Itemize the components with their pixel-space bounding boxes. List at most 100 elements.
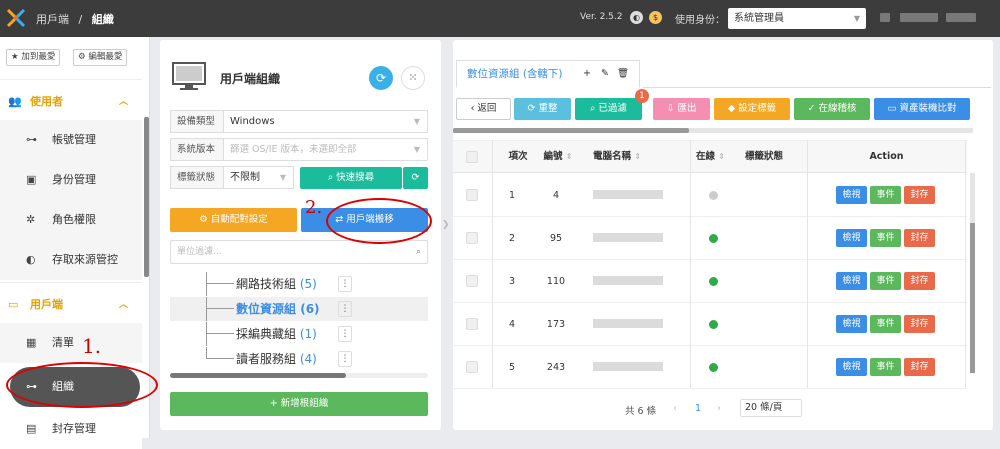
tree-node-count: (4) — [299, 352, 317, 366]
app-logo[interactable] — [6, 8, 26, 28]
set-tag-button[interactable]: ◆ 設定標籤 — [714, 98, 790, 120]
view-button[interactable]: 檢視 — [836, 358, 867, 376]
table-row[interactable]: 2 95 檢視 事件 封存 — [453, 217, 967, 260]
row-checkbox[interactable] — [466, 361, 478, 373]
col-index[interactable]: 項次 — [498, 141, 538, 173]
events-button[interactable]: 事件 — [870, 186, 901, 204]
table-row[interactable]: 4 173 檢視 事件 封存 — [453, 303, 967, 346]
chevron-down-icon: ▼ — [413, 145, 420, 154]
more-icon[interactable]: ⋮ — [338, 351, 352, 367]
plus-icon[interactable]: + — [580, 67, 594, 81]
col-online-label: 在線 — [696, 151, 716, 162]
row-checkbox[interactable] — [466, 232, 478, 244]
role-select[interactable]: 系統管理員 ▼ — [728, 8, 866, 29]
archive-button[interactable]: 封存 — [904, 358, 935, 376]
table-vscrollbar[interactable] — [970, 173, 975, 373]
scrollbar-thumb[interactable] — [170, 373, 346, 378]
pager-page[interactable]: 1 — [695, 403, 701, 414]
select-all-checkbox[interactable] — [466, 151, 478, 163]
coin-icon[interactable]: $ — [649, 11, 662, 24]
tree-node-selected[interactable]: 數位資源組 (6) ⋮ — [170, 297, 428, 321]
scrollbar-thumb[interactable] — [453, 128, 689, 133]
trash-icon[interactable]: 🗑 — [616, 67, 630, 81]
breadcrumb-app[interactable]: 用戶端 — [36, 13, 69, 26]
unit-filter-input[interactable]: 單位過濾... ⌕ — [170, 240, 428, 264]
more-icon[interactable]: ⋮ — [338, 326, 352, 342]
auto-config-button[interactable]: ⚙ 自動配對設定 — [170, 208, 297, 232]
tree-node-name: 數位資源組 — [236, 302, 297, 316]
theme-icon[interactable]: ◐ — [630, 11, 643, 24]
asset-compare-button[interactable]: ▭ 資產裝機比對 — [874, 98, 970, 120]
row-checkbox[interactable] — [466, 275, 478, 287]
events-button[interactable]: 事件 — [870, 272, 901, 290]
chevron-down-icon: ▼ — [413, 117, 420, 126]
add-favorite-button[interactable]: ★ 加到最愛 — [6, 49, 61, 66]
sidebar-group-users[interactable]: 👥 使用者 ︿ — [0, 79, 142, 123]
edit-favorite-label: 編輯最愛 — [88, 52, 123, 62]
col-tag-status[interactable]: 標籤狀態 — [745, 141, 805, 173]
events-button[interactable]: 事件 — [870, 315, 901, 333]
tree-connector — [206, 358, 234, 359]
archive-button[interactable]: 封存 — [904, 272, 935, 290]
tree-node[interactable]: 網路技術組 (5) ⋮ — [170, 272, 428, 296]
col-computer-name[interactable]: 電腦名稱 ⇕ — [593, 141, 693, 173]
sidebar-scrollbar[interactable] — [144, 117, 149, 277]
chevron-down-icon: ▼ — [279, 173, 286, 182]
tab-org-unit[interactable]: 數位資源組 (含轄下) + ✎ 🗑 — [456, 60, 640, 88]
col-action: Action — [869, 151, 904, 162]
events-button[interactable]: 事件 — [870, 358, 901, 376]
sidebar-item-access-control[interactable]: ◐ 存取來源管控 — [0, 240, 142, 280]
edit-favorite-button[interactable]: ⚙ 編輯最愛 — [73, 49, 128, 66]
archive-button[interactable]: 封存 — [904, 315, 935, 333]
grid-menu-icon[interactable]: ⁙ — [401, 66, 425, 90]
pager-prev[interactable]: ‹ — [673, 403, 677, 414]
filtered-button[interactable]: ⌕ 已過濾 — [575, 98, 642, 120]
events-button[interactable]: 事件 — [870, 229, 901, 247]
scrollbar-thumb[interactable] — [970, 223, 975, 373]
tree-node[interactable]: 讀者服務組 (4) ⋮ — [170, 347, 428, 371]
row-checkbox[interactable] — [466, 189, 478, 201]
view-button[interactable]: 檢視 — [836, 229, 867, 247]
row-checkbox[interactable] — [466, 318, 478, 330]
device-type-select[interactable]: Windows ▼ — [224, 110, 428, 133]
pager-next[interactable]: › — [717, 403, 721, 414]
search-refresh-button[interactable]: ⟳ — [403, 167, 428, 189]
user-avatar[interactable] — [880, 13, 890, 22]
view-button[interactable]: 檢視 — [836, 272, 867, 290]
sidebar-item-identities[interactable]: ▣ 身份管理 — [0, 160, 142, 200]
tag-status-select[interactable]: 不限制 ▼ — [224, 166, 294, 189]
panel-splitter-handle[interactable]: ❯ — [442, 220, 450, 230]
view-button[interactable]: 檢視 — [836, 186, 867, 204]
edit-icon[interactable]: ✎ — [598, 67, 612, 81]
view-button[interactable]: 檢視 — [836, 315, 867, 333]
device-type-label: 設備類型 — [170, 110, 224, 133]
tree-node[interactable]: 採編典藏組 (1) ⋮ — [170, 322, 428, 346]
refresh-button[interactable]: ⟳ 重整 — [514, 98, 571, 120]
online-audit-button[interactable]: ✓ 在線稽核 — [794, 98, 870, 120]
os-version-select[interactable]: 篩選 OS/IE 版本，未選即全部 ▼ — [224, 138, 428, 161]
refresh-icon[interactable]: ⟳ — [369, 66, 393, 90]
tree-scrollbar[interactable] — [170, 373, 428, 378]
add-root-org-button[interactable]: + 新增根組織 — [170, 392, 428, 416]
sidebar-item-archive[interactable]: ▤ 封存管理 — [0, 409, 142, 449]
table-row[interactable]: 3 110 檢視 事件 封存 — [453, 260, 967, 303]
quick-search-button[interactable]: ⌕ 快速搜尋 — [300, 167, 402, 189]
archive-button[interactable]: 封存 — [904, 186, 935, 204]
sidebar-item-accounts[interactable]: ⊶ 帳號管理 — [0, 120, 142, 160]
sidebar-item-roles[interactable]: ✲ 角色權限 — [0, 200, 142, 240]
export-button[interactable]: ⇩ 匯出 — [653, 98, 710, 120]
col-id[interactable]: 編號 ⇕ — [538, 141, 578, 173]
sidebar-item-label: 清單 — [52, 336, 74, 349]
page-size-select[interactable]: 20 條/頁 — [740, 399, 802, 417]
sidebar-group-clients[interactable]: ▭ 用戶端 ︿ — [0, 282, 142, 326]
col-online[interactable]: 在線 ⇕ — [696, 141, 738, 173]
more-icon[interactable]: ⋮ — [338, 301, 352, 317]
back-button[interactable]: ‹ 返回 — [456, 98, 511, 120]
more-icon[interactable]: ⋮ — [338, 276, 352, 292]
table-row[interactable]: 5 243 檢視 事件 封存 — [453, 346, 967, 389]
sidebar-item-list[interactable]: ▦ 清單 — [0, 323, 142, 363]
archive-button[interactable]: 封存 — [904, 229, 935, 247]
table-row[interactable]: 1 4 檢視 事件 封存 — [453, 174, 967, 217]
tag-status-label: 標籤狀態 — [170, 166, 224, 189]
table-hscrollbar[interactable] — [453, 128, 973, 133]
